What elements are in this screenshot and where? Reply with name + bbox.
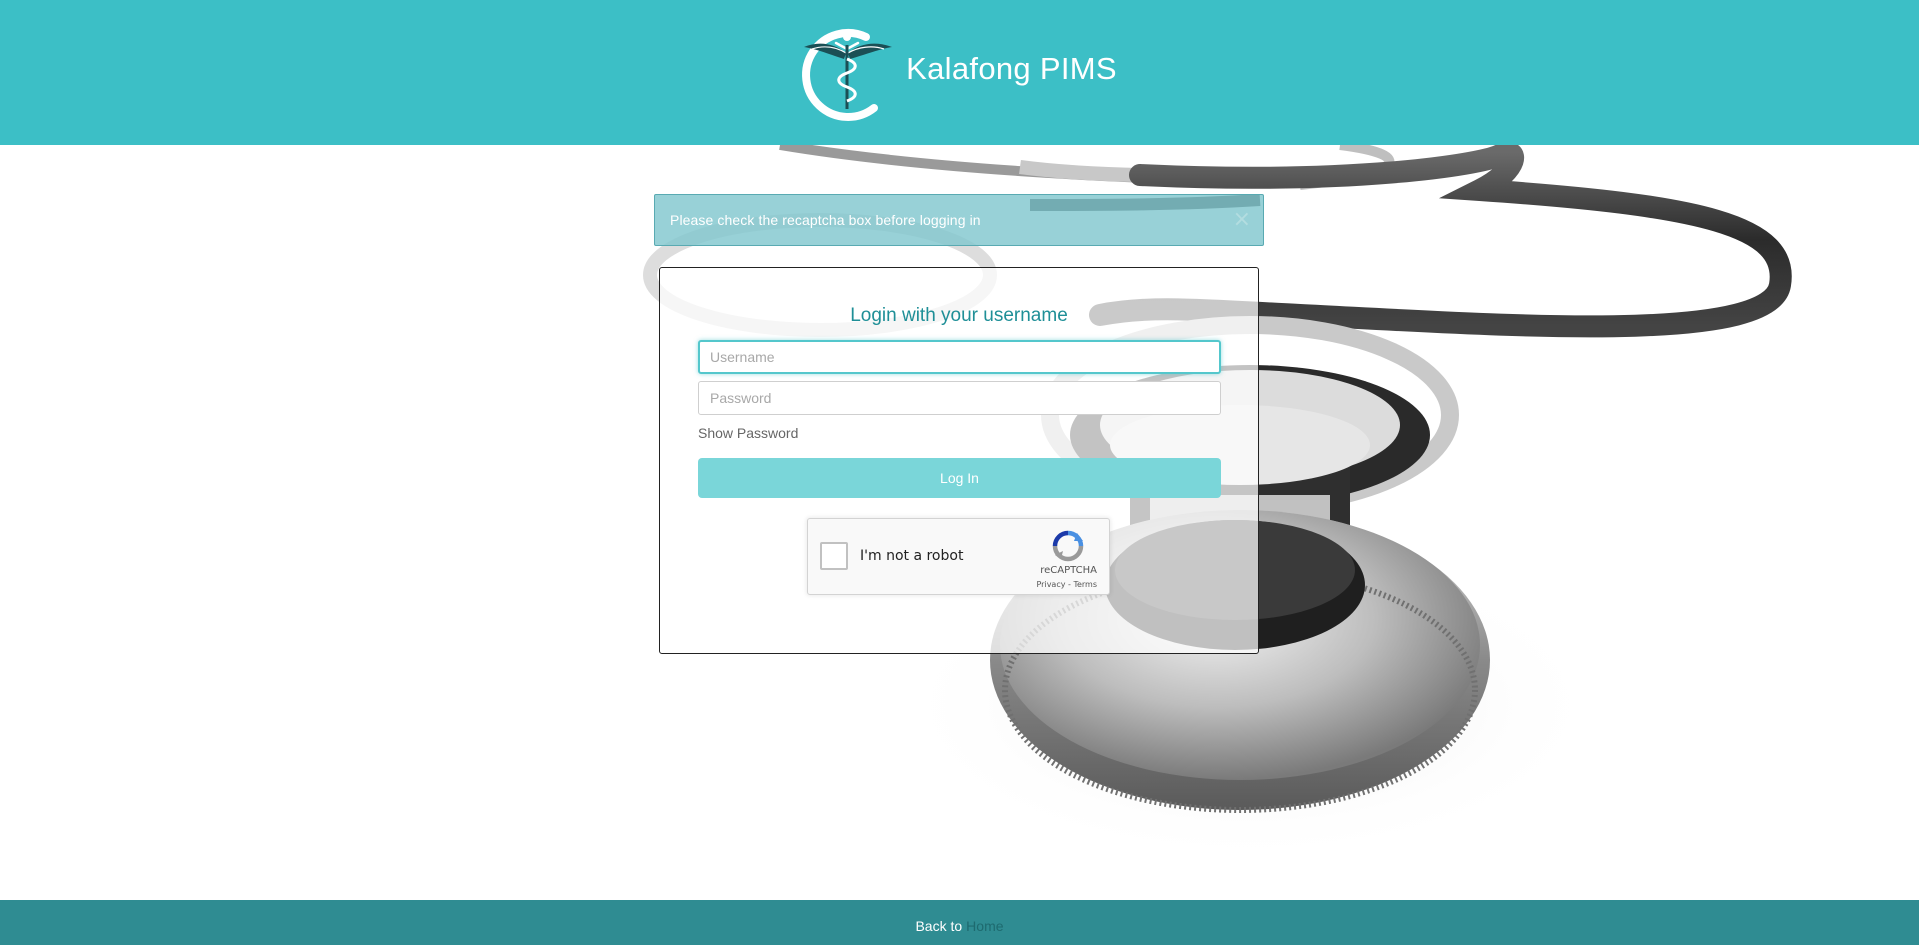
recaptcha-links[interactable]: Privacy - Terms xyxy=(1037,580,1098,589)
login-title: Login with your username xyxy=(850,305,1068,326)
login-button[interactable]: Log In xyxy=(698,458,1221,498)
show-password-toggle[interactable]: Show Password xyxy=(698,425,798,441)
recaptcha-checkbox[interactable] xyxy=(820,542,848,570)
brand[interactable]: Kalafong PIMS xyxy=(796,23,1117,123)
caduceus-logo-icon xyxy=(802,28,893,121)
login-card: Login with your username Show Password L… xyxy=(659,267,1259,654)
header-bar: Kalafong PIMS xyxy=(0,0,1919,145)
footer-text: Back to xyxy=(915,917,963,934)
home-link[interactable]: Home xyxy=(966,918,1003,934)
recaptcha-label: I'm not a robot xyxy=(860,548,964,564)
brand-name: Kalafong PIMS xyxy=(906,50,1117,86)
footer-bar: Back to Home xyxy=(0,900,1919,945)
recaptcha-alert: Please check the recaptcha box before lo… xyxy=(654,194,1264,246)
login-page: Kalafong PIMS Please check the recaptcha… xyxy=(0,0,1919,945)
recaptcha-widget: I'm not a robot reCAPTCHA Privacy - Term… xyxy=(807,518,1110,595)
recaptcha-logo-icon xyxy=(1052,530,1084,562)
close-icon[interactable]: × xyxy=(1233,209,1251,231)
recaptcha-brand: reCAPTCHA xyxy=(1040,565,1097,576)
username-input[interactable] xyxy=(698,340,1221,374)
alert-message: Please check the recaptcha box before lo… xyxy=(670,212,981,228)
password-input[interactable] xyxy=(698,381,1221,415)
